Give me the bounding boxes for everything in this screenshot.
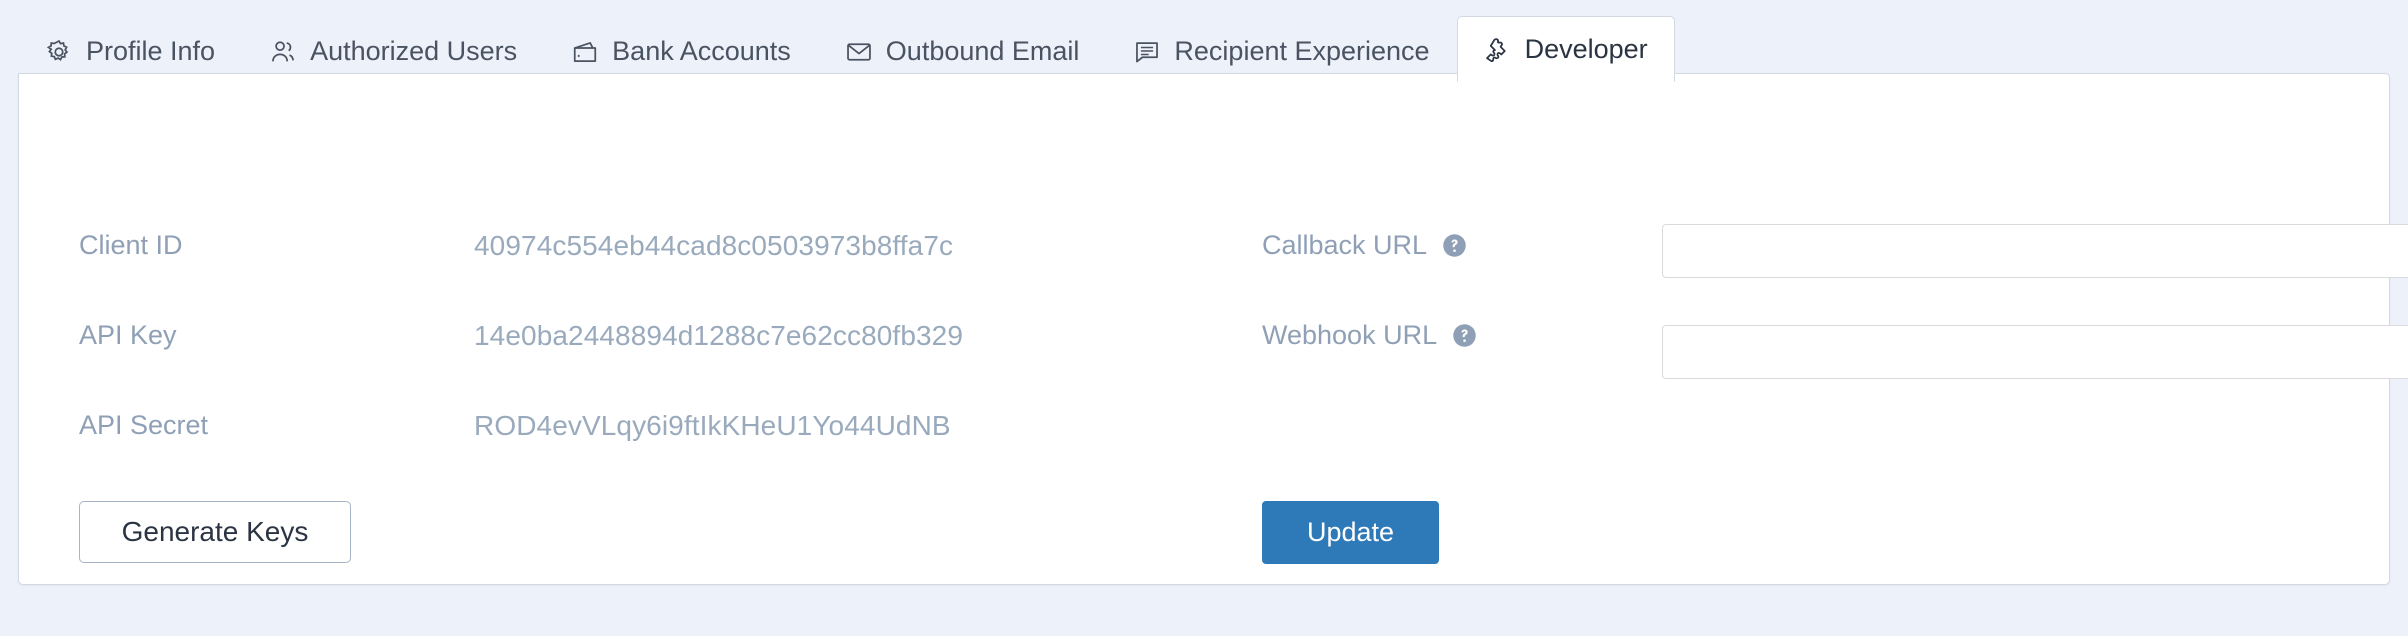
wallet-icon <box>571 38 599 66</box>
client-id-value: 40974c554eb44cad8c0503973b8ffa7c <box>474 230 954 261</box>
tab-label: Bank Accounts <box>612 36 791 66</box>
webhook-url-label-row: Webhook URL <box>1262 322 1478 349</box>
callback-url-label-row: Callback URL <box>1262 232 1468 259</box>
webhook-url-input[interactable] <box>1662 325 2408 379</box>
api-key-label: API Key <box>79 320 177 350</box>
api-secret-value: ROD4evVLqy6i9ftIkKHeU1Yo44UdNB <box>474 410 951 441</box>
help-icon[interactable] <box>1441 232 1468 259</box>
users-icon <box>269 38 297 66</box>
tab-developer[interactable]: Developer <box>1456 16 1675 82</box>
callback-url-label: Callback URL <box>1262 230 1428 260</box>
tab-label: Authorized Users <box>310 36 518 66</box>
envelope-icon <box>845 38 873 66</box>
client-id-label: Client ID <box>79 230 183 260</box>
developer-panel-body: Client ID API Key API Secret 40974c554eb… <box>19 74 2408 584</box>
webhook-url-label: Webhook URL <box>1262 320 1438 350</box>
api-secret-label: API Secret <box>79 410 209 440</box>
tab-label: Developer <box>1524 33 1648 64</box>
chat-bubble-icon <box>1133 38 1161 66</box>
settings-tab-bar: Profile Info Authorized Users Bank Accou… <box>18 8 2390 82</box>
tab-label: Profile Info <box>86 36 216 66</box>
api-key-label-row: API Key <box>79 322 177 349</box>
puzzle-piece-icon <box>1484 35 1512 63</box>
developer-panel: Client ID API Key API Secret 40974c554eb… <box>18 73 2408 585</box>
tab-label: Recipient Experience <box>1174 36 1430 66</box>
help-icon[interactable] <box>1451 322 1478 349</box>
client-id-value-row: 40974c554eb44cad8c0503973b8ffa7c <box>474 232 953 260</box>
api-secret-label-row: API Secret <box>79 412 208 439</box>
api-secret-value-row: ROD4evVLqy6i9ftIkKHeU1Yo44UdNB <box>474 412 951 440</box>
gear-icon <box>45 38 73 66</box>
tab-label: Outbound Email <box>885 36 1080 66</box>
api-key-value-row: 14e0ba2448894d1288c7e62cc80fb329 <box>474 322 963 350</box>
callback-url-input[interactable] <box>1662 224 2408 278</box>
developer-settings-page: Profile Info Authorized Users Bank Accou… <box>0 0 2408 636</box>
client-id-label-row: Client ID <box>79 232 183 259</box>
generate-keys-button[interactable]: Generate Keys <box>79 501 351 563</box>
update-button[interactable]: Update <box>1262 501 1439 564</box>
api-key-value: 14e0ba2448894d1288c7e62cc80fb329 <box>474 320 964 351</box>
